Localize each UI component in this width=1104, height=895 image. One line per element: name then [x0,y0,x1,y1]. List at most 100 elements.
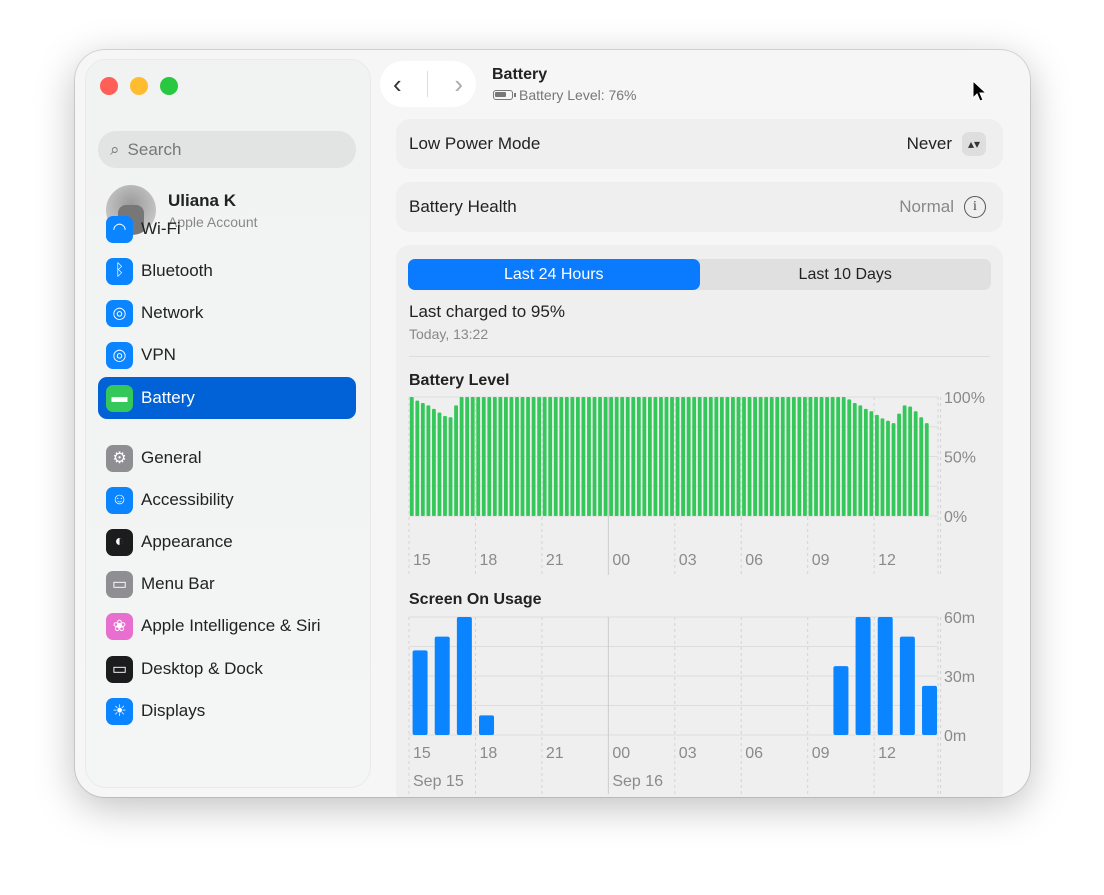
bar [570,397,575,516]
bar [681,397,686,516]
bar [420,402,425,516]
bar [587,397,591,516]
x-tick-label: 03 [679,552,697,569]
bar [780,397,785,516]
bar [459,397,464,516]
bar [886,420,890,516]
bar [852,402,857,516]
y-tick-label: 100% [944,390,985,407]
date-label: Sep 15 [413,773,464,790]
bar [692,397,697,516]
bar [775,397,780,516]
bar [526,397,530,516]
bar [841,397,846,516]
bar [470,397,475,516]
x-tick-label: 00 [612,552,630,569]
bar [764,397,769,516]
bar [919,417,924,516]
bar [520,397,525,516]
x-tick-label: 12 [878,552,896,569]
bar [653,397,658,516]
bar [642,397,647,516]
x-tick-label: 15 [413,745,431,762]
x-tick-label: 18 [479,552,497,569]
bar [620,397,625,516]
y-tick-label: 0m [944,728,966,745]
bar [753,397,757,516]
bar [636,397,641,516]
bar [437,412,442,516]
bar [412,650,428,735]
bar [409,397,414,516]
bar [731,397,735,516]
bar [603,397,608,516]
bar [598,397,602,516]
bar [747,397,752,516]
bar [725,397,730,516]
bar [415,400,420,516]
y-tick-label: 0% [944,509,967,526]
bar [913,411,918,516]
x-tick-label: 15 [413,552,431,569]
bar [902,405,907,516]
bar [432,408,436,516]
bar [454,405,458,516]
bar [714,397,719,516]
bar [531,397,536,516]
bar [869,411,874,516]
bar [592,397,597,516]
bar [664,397,669,516]
y-tick-label: 50% [944,450,976,467]
bar [670,397,674,516]
bar [448,417,453,516]
bar [786,397,791,516]
x-tick-label: 18 [479,745,497,762]
date-label: Sep 16 [612,773,663,790]
bar [891,423,896,516]
bar [863,408,868,516]
bar [758,397,763,516]
bar [858,405,863,516]
bar [481,397,486,516]
bar [825,397,829,516]
bar [686,397,691,516]
bar [487,397,492,516]
bar [476,397,481,516]
bar [625,397,630,516]
bar [833,666,849,735]
bar [791,397,796,516]
bar [553,397,558,516]
x-tick-label: 21 [546,745,564,762]
bar [443,416,447,516]
bar [922,685,938,735]
bar [808,397,813,516]
x-tick-label: 09 [812,745,830,762]
bar [515,397,519,516]
bar [908,406,913,516]
bar [675,397,680,516]
x-tick-label: 06 [745,552,763,569]
bar [504,397,508,516]
bar [742,397,746,516]
bar [456,617,472,735]
bar [769,397,774,516]
bar [875,414,879,516]
x-tick-label: 09 [812,552,830,569]
x-tick-label: 03 [679,745,697,762]
bar [479,715,495,735]
bar [559,397,564,516]
bar [708,397,713,516]
bar [542,397,547,516]
bar [564,397,569,516]
x-tick-label: 06 [745,745,763,762]
bar [897,413,901,516]
bar [509,397,514,516]
bar [736,397,741,516]
mouse-cursor [972,80,988,102]
bar [697,397,702,516]
x-tick-label: 00 [612,745,630,762]
bar [836,397,841,516]
bar [814,397,818,516]
bar [830,397,835,516]
x-tick-label: 21 [546,552,564,569]
